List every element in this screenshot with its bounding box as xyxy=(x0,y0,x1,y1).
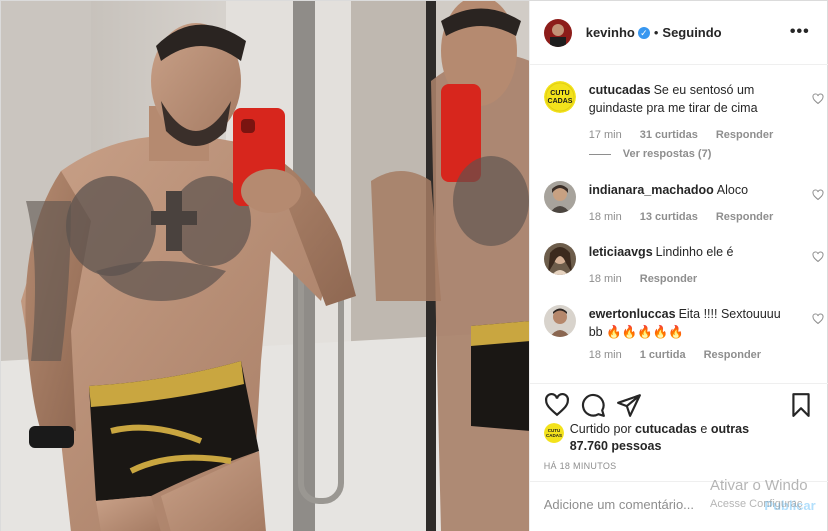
comment-icon[interactable] xyxy=(580,392,606,418)
comment-time[interactable]: 18 min xyxy=(589,349,622,361)
commenter-avatar[interactable] xyxy=(543,305,576,337)
reply-button[interactable]: Responder xyxy=(716,211,773,223)
comment-like-heart-icon[interactable] xyxy=(812,313,824,325)
comment-meta: 18 min Responder xyxy=(589,273,716,285)
comment-like-heart-icon[interactable] xyxy=(812,93,824,105)
commenter-avatar[interactable] xyxy=(543,181,576,213)
add-comment-bar: Publicar xyxy=(529,481,828,531)
cutucadas-logo: CUTU CADAS xyxy=(543,423,564,443)
avatar-image xyxy=(543,243,576,275)
view-replies-button[interactable]: Ver respostas (7) xyxy=(588,148,712,160)
replies-line xyxy=(588,153,611,155)
liked-by-text: Curtido por cutucadas e outras 87.760 pe… xyxy=(570,421,770,455)
post-timestamp[interactable]: HÁ 18 MINUTOS xyxy=(544,461,617,471)
more-options-icon[interactable]: ••• xyxy=(790,23,810,41)
author-avatar[interactable] xyxy=(543,18,572,47)
reply-button[interactable]: Responder xyxy=(704,349,761,361)
comment-time[interactable]: 17 min xyxy=(589,129,622,141)
comment-body: leticiaavgs Lindinho ele é xyxy=(589,243,789,261)
avatar-image xyxy=(543,305,576,337)
comment-likes[interactable]: 1 curtida xyxy=(640,349,686,361)
comment-username[interactable]: leticiaavgs xyxy=(589,245,653,259)
avatar-image xyxy=(543,181,576,213)
comment-username[interactable]: ewertonluccas xyxy=(589,307,676,321)
mirror-selfie-photo xyxy=(1,1,529,531)
paper-plane-icon[interactable] xyxy=(616,392,642,418)
post-header: kevinho ✓ • Seguindo ••• xyxy=(529,1,828,65)
heart-icon[interactable] xyxy=(544,392,570,418)
comment-meta: 18 min 13 curtidas Responder xyxy=(589,211,792,223)
following-button[interactable]: Seguindo xyxy=(662,25,721,40)
header-separator: • xyxy=(653,25,659,40)
view-replies-label: Ver respostas (7) xyxy=(622,148,712,160)
liked-by-avatar[interactable]: CUTU CADAS xyxy=(543,423,564,443)
comment-time[interactable]: 18 min xyxy=(589,273,622,285)
comment-username[interactable]: cutucadas xyxy=(589,83,651,97)
post-side-panel: kevinho ✓ • Seguindo ••• CUTU CADAS cutu… xyxy=(528,1,828,531)
author-username[interactable]: kevinho xyxy=(586,25,635,40)
comment-username[interactable]: indianara_machadoo xyxy=(589,183,714,197)
comment-like-heart-icon[interactable] xyxy=(812,189,824,201)
comment-body: ewertonluccas Eita !!!! Sextouuuu bb 🔥🔥🔥🔥… xyxy=(589,305,789,341)
commenter-avatar[interactable] xyxy=(543,243,576,275)
reply-button[interactable]: Responder xyxy=(640,273,697,285)
liked-by-user-link[interactable]: cutucadas xyxy=(635,422,697,436)
avatar-image xyxy=(543,18,572,47)
post-image[interactable] xyxy=(1,1,529,531)
bookmark-icon[interactable] xyxy=(788,392,814,418)
cutucadas-logo: CUTU CADAS xyxy=(543,81,576,113)
liked-by-prefix: Curtido por xyxy=(569,422,632,436)
post-action-bar xyxy=(529,383,828,425)
comment-meta: 18 min 1 curtida Responder xyxy=(589,349,779,361)
svg-text:CUTU: CUTU xyxy=(550,90,569,97)
publish-button[interactable]: Publicar xyxy=(764,498,815,513)
liked-by-connector: e xyxy=(700,422,708,436)
comment-text: Lindinho ele é xyxy=(655,245,734,259)
comment-body: indianara_machadoo Aloco xyxy=(589,181,789,199)
svg-text:CADAS: CADAS xyxy=(546,433,562,438)
commenter-avatar[interactable]: CUTU CADAS xyxy=(543,81,576,113)
comment-time[interactable]: 18 min xyxy=(589,211,622,223)
comment-input[interactable] xyxy=(543,497,734,512)
comment-meta: 17 min 31 curtidas Responder xyxy=(589,129,792,141)
comments-list[interactable]: CUTU CADAS cutucadas Se eu sentosó um gui… xyxy=(530,65,828,383)
comment-likes[interactable]: 13 curtidas xyxy=(640,211,698,223)
svg-text:CADAS: CADAS xyxy=(547,98,572,105)
comment-likes[interactable]: 31 curtidas xyxy=(640,129,698,141)
comment-text: Aloco xyxy=(716,183,749,197)
comment-like-heart-icon[interactable] xyxy=(812,251,824,263)
comment-body: cutucadas Se eu sentosó um guindaste pra … xyxy=(589,81,789,117)
post-modal: kevinho ✓ • Seguindo ••• CUTU CADAS cutu… xyxy=(0,0,828,531)
verified-badge-icon: ✓ xyxy=(637,26,650,39)
reply-button[interactable]: Responder xyxy=(716,129,773,141)
